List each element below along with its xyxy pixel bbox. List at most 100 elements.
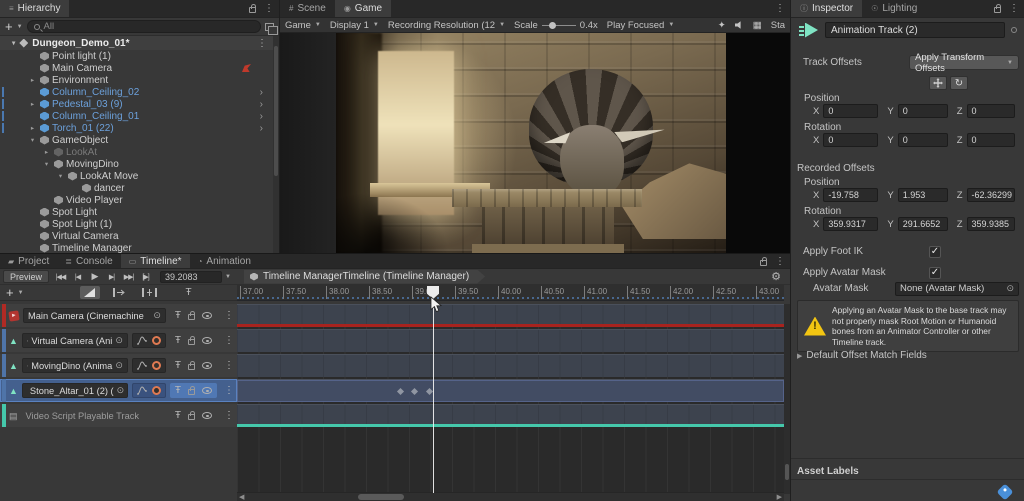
timeline-settings-gear-icon[interactable]: ⚙ (771, 270, 781, 283)
mute-track-eye-icon[interactable] (202, 337, 212, 344)
rotation-y-field[interactable]: 0 (897, 133, 948, 147)
scale-slider[interactable]: Scale 0.4x (514, 20, 598, 31)
preset-icon[interactable] (1011, 27, 1017, 33)
lock-track-icon[interactable] (188, 361, 195, 370)
scene-picker-icon[interactable] (265, 22, 278, 35)
pin-track-icon[interactable]: Ŧ (175, 335, 181, 346)
go-to-start-button[interactable]: |◀◀ (52, 270, 69, 283)
foldout-arrow-icon[interactable]: ▸ (28, 76, 37, 84)
apply-avatar-mask-checkbox[interactable]: ✓ (929, 266, 941, 279)
timeline-track-header[interactable]: ▲ MovingDino (Anima ⊙ Ŧ ⋮ (0, 354, 237, 377)
scene-foldout-icon[interactable]: ▾ (12, 39, 15, 47)
mute-track-eye-icon[interactable] (202, 362, 212, 369)
inspector-kebab-icon[interactable]: ⋮ (1009, 3, 1019, 14)
keyframe-diamond[interactable] (397, 387, 405, 396)
object-picker-icon[interactable]: ⊙ (115, 360, 123, 371)
asset-labels-header[interactable]: Asset Labels (797, 466, 859, 477)
hierarchy-item[interactable]: ▸ Torch_01 (22) › (0, 122, 279, 134)
hierarchy-item[interactable]: ▸ Pedestal_03 (9) › (0, 98, 279, 110)
pin-track-icon[interactable]: Ŧ (175, 310, 181, 321)
kebab-menu-icon[interactable]: ⋮ (264, 3, 274, 14)
object-picker-icon[interactable]: ⊙ (153, 310, 161, 321)
mute-audio-icon[interactable] (734, 21, 741, 29)
play-range-button[interactable]: [▶] (137, 270, 154, 283)
track-kebab-icon[interactable]: ⋮ (224, 410, 234, 421)
go-to-end-button[interactable]: ▶▶| (120, 270, 137, 283)
hierarchy-item[interactable]: Column_Ceiling_01 › (0, 110, 279, 122)
hierarchy-item[interactable]: Spot Light (1) (0, 218, 279, 230)
foldout-arrow-icon[interactable]: ▶ (797, 352, 802, 360)
recorded-rotation-y-field[interactable]: 291.6652 (897, 217, 948, 231)
track-binding-field[interactable]: Stone_Altar_01 (2) ( ⊙ (21, 383, 128, 398)
hierarchy-item-indicator[interactable] (242, 64, 251, 72)
mute-track-eye-icon[interactable] (202, 412, 212, 419)
preview-button[interactable]: Preview (3, 270, 50, 283)
mute-track-eye-icon[interactable] (202, 312, 212, 319)
tab-timeline[interactable]: ▭ Timeline* (120, 254, 190, 268)
rotate-offset-button[interactable]: ↻ (950, 76, 968, 90)
object-picker-icon[interactable]: ⊙ (1006, 283, 1014, 294)
hierarchy-item[interactable]: Timeline Manager (0, 242, 279, 253)
time-ruler[interactable]: 37.00 37.50 38.00 38.50 39.00 39.50 40.00 40.50… (237, 285, 784, 301)
display-dropdown[interactable]: Display 1 ▼ (330, 20, 379, 31)
timeline-horizontal-scrollbar[interactable]: ◀ ▶ (237, 492, 784, 501)
default-offset-foldout[interactable]: Default Offset Match Fields (806, 350, 926, 361)
pin-track-icon[interactable]: Ŧ (175, 360, 181, 371)
track-binding-field[interactable]: Main Camera (Cinemachine ⊙ (23, 308, 166, 323)
scene-kebab-icon[interactable]: ⋮ (257, 38, 267, 49)
curves-icon[interactable] (136, 361, 147, 370)
hierarchy-item[interactable]: ▸ Environment (0, 74, 279, 86)
foldout-arrow-icon[interactable]: ▾ (28, 136, 37, 144)
position-x-field[interactable]: 0 (823, 104, 879, 118)
inspector-lock-icon[interactable] (994, 4, 1001, 13)
asset-label-tag-icon[interactable] (996, 483, 1014, 501)
resolution-dropdown[interactable]: Recording Resolution (12 ▼ (388, 20, 505, 31)
object-picker-icon[interactable]: ⊙ (117, 385, 125, 396)
lock-track-icon[interactable] (188, 386, 195, 395)
hierarchy-item[interactable]: ▾ GameObject (0, 134, 279, 146)
play-focused-dropdown[interactable]: Play Focused ▼ (607, 20, 675, 31)
keyframe-diamond[interactable] (410, 387, 419, 396)
tab-inspector[interactable]: ⓘ Inspector (791, 0, 863, 17)
mix-mode-button[interactable] (79, 286, 100, 299)
timeline-clip[interactable] (237, 404, 784, 427)
tab-scene[interactable]: # Scene (280, 0, 335, 17)
previous-frame-button[interactable]: |◀ (69, 270, 86, 283)
add-track-button[interactable]: + (6, 286, 14, 299)
track-binding-field[interactable]: MovingDino (Anima ⊙ (21, 358, 128, 373)
add-object-dropdown-icon[interactable]: ▼ (17, 24, 23, 30)
scroll-right-icon[interactable]: ▶ (777, 493, 782, 501)
record-button[interactable] (151, 336, 161, 345)
foldout-arrow-icon[interactable]: ▾ (56, 172, 65, 180)
track-binding-field[interactable]: Virtual Camera (Ani ⊙ (21, 333, 128, 348)
avatar-mask-field[interactable]: None (Avatar Mask) ⊙ (895, 281, 1019, 296)
track-kebab-icon[interactable]: ⋮ (224, 360, 234, 371)
position-z-field[interactable]: 0 (966, 104, 1015, 118)
recorded-position-x-field[interactable]: -19.758 (823, 188, 879, 202)
hierarchy-item[interactable]: dancer (0, 182, 279, 194)
mute-track-eye-icon[interactable] (202, 387, 212, 394)
recorded-position-z-field[interactable]: -62.36299 (966, 188, 1015, 202)
timeline-kebab-icon[interactable]: ⋮ (775, 256, 785, 267)
timeline-lock-icon[interactable] (760, 256, 767, 266)
clip-lane-area[interactable] (237, 304, 784, 494)
tab-game[interactable]: ◉ Game (334, 0, 392, 17)
lock-track-icon[interactable] (188, 411, 195, 420)
foldout-arrow-icon[interactable]: ▸ (28, 100, 37, 108)
scale-slider-knob[interactable] (548, 21, 556, 29)
time-unit-dropdown-icon[interactable]: ▼ (225, 274, 231, 280)
hierarchy-search-input[interactable]: All (26, 20, 261, 33)
ripple-mode-button[interactable] (110, 286, 130, 299)
hierarchy-item-indicator[interactable]: › (260, 123, 263, 134)
timeline-clip[interactable] (237, 379, 784, 402)
add-track-dropdown-icon[interactable]: ▼ (18, 290, 24, 296)
curves-icon[interactable] (136, 386, 147, 395)
timeline-clip[interactable] (237, 329, 784, 352)
track-name-field[interactable]: Animation Track (2) (825, 22, 1005, 38)
rotation-x-field[interactable]: 0 (823, 133, 879, 147)
scene-header-row[interactable]: ▾ Dungeon_Demo_01* ⋮ ▲ (0, 36, 279, 50)
play-button[interactable]: ▶ (86, 270, 103, 283)
foldout-arrow-icon[interactable]: ▸ (28, 124, 37, 132)
game-kebab-icon[interactable]: ⋮ (775, 3, 785, 14)
marker-track-toggle[interactable]: Ŧ (186, 287, 192, 298)
